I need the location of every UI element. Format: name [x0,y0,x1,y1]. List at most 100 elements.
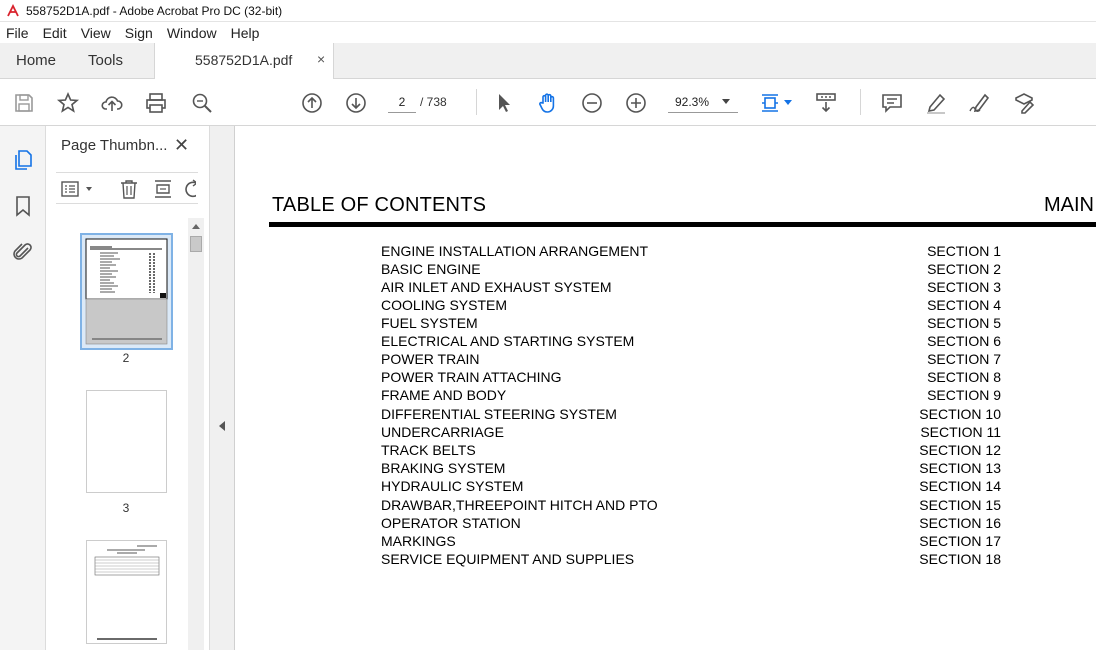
toc-entry-name: AIR INLET AND EXHAUST SYSTEM [381,279,612,295]
toc-entry-section: SECTION 11 [920,424,1001,440]
zoom-search-icon[interactable] [190,91,214,115]
toc-entry: BASIC ENGINE SECTION 2 [235,261,1096,279]
document-view[interactable]: TABLE OF CONTENTS MAIN ENGINE INSTALLATI… [234,126,1096,650]
toc-entry-section: SECTION 14 [919,478,1001,494]
scroll-up-arrow-icon[interactable] [192,224,200,229]
toc-entry: FRAME AND BODY SECTION 9 [235,387,1096,405]
toc-entry-name: TRACK BELTS [381,442,476,458]
scrollbar-thumb[interactable] [190,236,202,252]
acrobat-app-icon [6,3,20,18]
toc-entry-section: SECTION 17 [919,533,1001,549]
next-page-icon[interactable] [344,91,368,115]
toc-entry: OPERATOR STATION SECTION 16 [235,515,1096,533]
toc-entry-name: BASIC ENGINE [381,261,481,277]
current-page-input[interactable]: 2 [388,91,416,113]
window-title-bar: 558752D1A.pdf - Adobe Acrobat Pro DC (32… [0,0,1096,22]
close-panel-button[interactable]: ✕ [174,135,189,156]
toc-entry-section: SECTION 8 [927,369,1001,385]
close-tab-button[interactable]: × [317,51,325,67]
toc-entry-section: SECTION 1 [927,243,1001,259]
upload-cloud-icon[interactable] [100,91,124,115]
window-title: 558752D1A.pdf - Adobe Acrobat Pro DC (32… [26,3,283,18]
toolbar-divider [860,89,861,115]
toc-entry-section: SECTION 3 [927,279,1001,295]
previous-page-icon[interactable] [300,91,324,115]
toc-entry-name: UNDERCARRIAGE [381,424,504,440]
thumbnail-page-4[interactable] [86,540,167,644]
tab-document[interactable]: 558752D1A.pdf × [154,43,334,79]
toc-right-label: MAIN [1044,194,1094,216]
toc-entry: TRACK BELTS SECTION 12 [235,442,1096,460]
delete-page-icon[interactable] [118,178,140,200]
tab-home[interactable]: Home [16,52,56,69]
panel-collapse-handle[interactable] [210,126,234,650]
toc-title: TABLE OF CONTENTS [272,194,487,216]
bookmarks-icon[interactable] [11,194,35,218]
panel-toolbar [56,172,198,204]
collapse-arrow-icon[interactable] [219,421,225,431]
toc-entry: POWER TRAIN ATTACHING SECTION 8 [235,369,1096,387]
zoom-dropdown-caret-icon[interactable] [722,99,730,104]
page-4-preview [94,545,160,640]
thumbnail-options-icon[interactable] [60,178,82,200]
sign-pen-icon[interactable] [968,91,992,115]
options-caret-icon[interactable] [86,187,92,191]
toc-entry-name: MARKINGS [381,533,456,549]
page-total: / 738 [420,95,447,109]
toc-entry-name: POWER TRAIN ATTACHING [381,369,562,385]
page-thumbnails-icon[interactable] [11,148,35,172]
menu-help[interactable]: Help [231,25,260,41]
toc-entry-name: OPERATOR STATION [381,515,521,531]
fit-page-icon[interactable] [758,91,782,115]
toc-entry: HYDRAULIC SYSTEM SECTION 14 [235,478,1096,496]
menu-bar: File Edit View Sign Window Help [0,22,1096,43]
toc-entry-name: COOLING SYSTEM [381,297,508,313]
print-icon[interactable] [144,91,168,115]
toc-entry-name: FRAME AND BODY [381,387,507,403]
menu-window[interactable]: Window [167,25,217,41]
toc-entry-section: SECTION 16 [919,515,1001,531]
toc-entry-section: SECTION 2 [927,261,1001,277]
comment-icon[interactable] [880,91,904,115]
thumbnail-label: 2 [122,351,130,365]
zoom-out-icon[interactable] [580,91,604,115]
attachments-paperclip-icon[interactable] [11,240,35,264]
thumbnail-page-2[interactable] [80,233,173,350]
scroll-mode-icon[interactable] [814,91,838,115]
toc-entry-name: FUEL SYSTEM [381,315,478,331]
toc-title-rule [269,222,1096,227]
toc-entry: MARKINGS SECTION 17 [235,533,1096,551]
toc-entry: SERVICE EQUIPMENT AND SUPPLIES SECTION 1… [235,551,1096,569]
insert-page-icon[interactable] [152,178,174,200]
toc-entry-section: SECTION 7 [927,351,1001,367]
fill-sign-icon[interactable] [1012,91,1036,115]
toc-entry-section: SECTION 5 [927,315,1001,331]
toc-entry-name: BRAKING SYSTEM [381,460,506,476]
document-tab-label: 558752D1A.pdf [195,52,293,68]
thumbnail-scrollbar[interactable] [188,218,204,650]
zoom-in-icon[interactable] [624,91,648,115]
rotate-page-icon[interactable] [182,178,196,200]
tab-tools[interactable]: Tools [88,52,123,69]
toc-entry-name: POWER TRAIN [381,351,480,367]
thumbnail-page-3[interactable] [86,390,167,493]
toc-entry: UNDERCARRIAGE SECTION 11 [235,424,1096,442]
toc-entry-name: ENGINE INSTALLATION ARRANGEMENT [381,243,649,259]
menu-sign[interactable]: Sign [125,25,153,41]
toc-entry-name: ELECTRICAL AND STARTING SYSTEM [381,333,635,349]
save-icon[interactable] [12,91,36,115]
toc-entry-section: SECTION 18 [919,551,1001,567]
left-navigation-rail [0,126,46,650]
menu-edit[interactable]: Edit [43,25,67,41]
bookmark-star-icon[interactable] [56,91,80,115]
highlight-pen-icon[interactable] [924,91,948,115]
toc-entry-name: SERVICE EQUIPMENT AND SUPPLIES [381,551,635,567]
menu-file[interactable]: File [6,25,29,41]
hand-tool-icon[interactable] [536,91,560,115]
toc-entry-section: SECTION 9 [927,387,1001,403]
menu-view[interactable]: View [81,25,111,41]
fit-dropdown-caret-icon[interactable] [784,100,792,105]
tab-row: Home Tools 558752D1A.pdf × [0,43,1096,79]
toc-entry: FUEL SYSTEM SECTION 5 [235,315,1096,333]
select-cursor-icon[interactable] [492,91,516,115]
